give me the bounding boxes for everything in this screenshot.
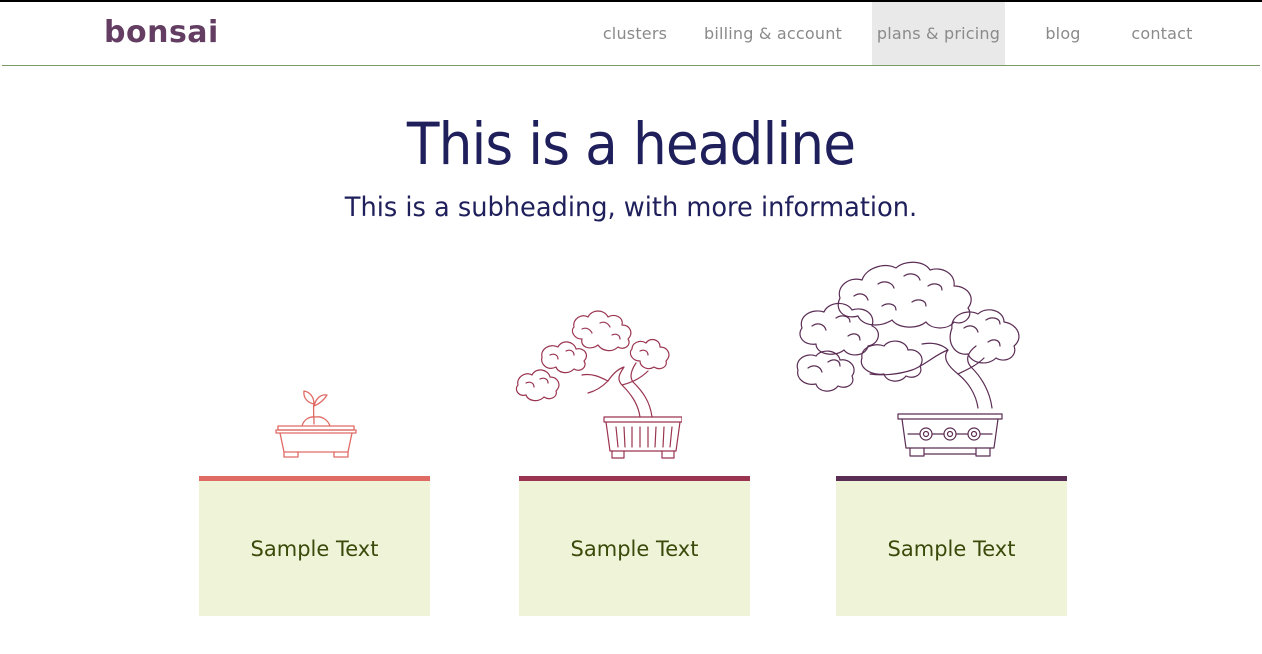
plan-card-accent-bar (519, 476, 750, 481)
plan-card-text: Sample Text (570, 537, 699, 561)
page-headline: This is a headline (406, 110, 856, 178)
small-bonsai-tree-icon (515, 310, 682, 459)
plan-card-text: Sample Text (887, 537, 1016, 561)
nav-item-contact[interactable]: contact (1122, 2, 1202, 65)
plan-card[interactable]: Sample Text (199, 476, 430, 616)
large-bonsai-tree-icon (796, 261, 1020, 457)
nav-item-plans-pricing[interactable]: plans & pricing (872, 2, 1005, 65)
top-navbar: bonsai clusters billing & account plans … (2, 2, 1260, 66)
plan-card-accent-bar (199, 476, 430, 481)
nav-item-blog[interactable]: blog (1032, 2, 1094, 65)
logo[interactable]: bonsai (104, 13, 219, 53)
plan-card-accent-bar (836, 476, 1067, 481)
sprout-pot-icon (275, 390, 357, 458)
nav-item-clusters[interactable]: clusters (592, 2, 678, 65)
page-subheading: This is a subheading, with more informat… (344, 192, 918, 223)
nav-item-billing-account[interactable]: billing & account (702, 2, 844, 65)
plan-card[interactable]: Sample Text (519, 476, 750, 616)
plan-card[interactable]: Sample Text (836, 476, 1067, 616)
plan-card-text: Sample Text (250, 537, 379, 561)
